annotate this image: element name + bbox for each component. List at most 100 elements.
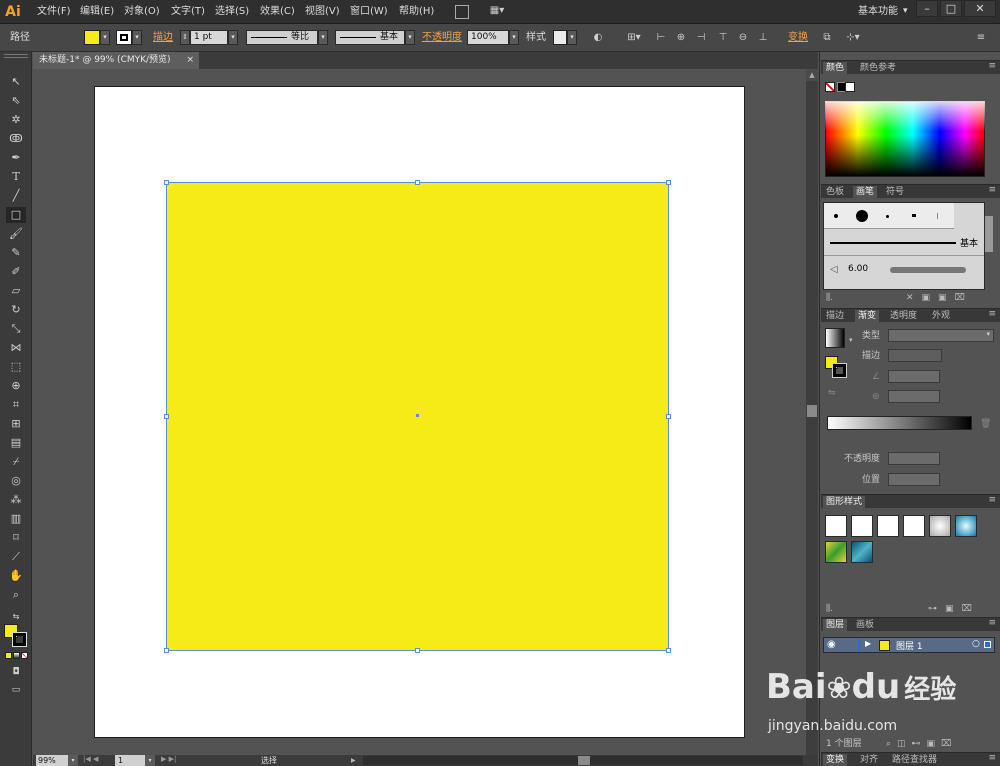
panel-menu-icon[interactable]: ≡ [974,31,988,45]
stroke-weight-field[interactable]: 1 pt [190,30,228,45]
gradient-stroke-options[interactable] [888,349,942,362]
blob-brush-tool-icon[interactable]: ✐ [6,264,26,280]
selection-handle-top-right[interactable] [666,180,671,185]
hand-tool-icon[interactable]: ✋ [6,568,26,584]
gradient-stroke-swatch[interactable] [832,363,847,378]
tab-artboards[interactable]: 画板 [853,619,877,631]
mesh-tool-icon[interactable]: ⊞ [6,416,26,432]
status-menu-icon[interactable]: ▶ [351,755,356,766]
scale-tool-icon[interactable]: ⤡ [6,321,26,337]
stroke-dropdown-icon[interactable]: ▾ [132,30,142,45]
tab-graphic-styles[interactable]: 图形样式 [823,496,866,508]
bridge-icon[interactable] [455,5,469,19]
tab-align[interactable]: 对齐 [857,754,881,766]
tab-symbols[interactable]: 符号 [883,186,907,198]
selection-tool-icon[interactable]: ↖ [6,74,26,90]
align-right-icon[interactable]: ⊣ [694,31,708,45]
width-tool-icon[interactable]: ⋈ [6,340,26,356]
blend-tool-icon[interactable]: ◎ [6,473,26,489]
toolbar-grip[interactable] [4,54,28,58]
swap-colors-icon[interactable]: ⇆ [6,609,26,625]
style-none-stroke[interactable] [851,515,873,537]
calligraphic-brushes-row[interactable] [824,203,954,229]
style-blue-texture[interactable] [851,541,873,563]
paintbrush-tool-icon[interactable]: 🖌 [6,226,26,242]
brush-definition[interactable]: 基本 [335,30,405,45]
gradient-preview-dropdown-icon[interactable]: ▾ [849,334,853,346]
pen-tool-icon[interactable]: ✒ [6,150,26,166]
pencil-tool-icon[interactable]: ✎ [6,245,26,261]
style-default[interactable] [825,515,847,537]
eyedropper-tool-icon[interactable]: ⌿ [6,454,26,470]
type-tool-icon[interactable]: T [6,169,26,185]
perspective-grid-tool-icon[interactable]: ⌗ [6,397,26,413]
brush-dot-small[interactable] [834,214,838,218]
variable-width-profile[interactable]: 等比 [246,30,318,45]
tab-transform[interactable]: 变换 [823,754,848,766]
gradient-mode-icon[interactable] [13,652,20,659]
style-blue-glow[interactable] [955,515,977,537]
line-tool-icon[interactable]: ╱ [6,188,26,204]
brush-dot-thin[interactable] [937,213,938,219]
arrange-documents-icon[interactable]: ▦▾ [486,4,508,20]
layer-target-icon[interactable]: ○ [972,639,980,649]
selection-handle-top-middle[interactable] [415,180,420,185]
style-green-texture[interactable] [825,541,847,563]
free-transform-tool-icon[interactable]: ⬚ [6,359,26,375]
eraser-tool-icon[interactable]: ▱ [6,283,26,299]
stroke-weight-dropdown-icon[interactable]: ▾ [228,30,238,45]
visibility-eye-icon[interactable]: ◉ [827,639,836,650]
gradient-type-select[interactable]: ▾ [888,329,994,342]
selection-handle-middle-right[interactable] [666,414,671,419]
expand-layer-icon[interactable]: ▶ [865,639,871,648]
graphic-styles-menu-icon[interactable]: ≡ [988,495,996,505]
opacity-link[interactable]: 不透明度 [422,31,462,45]
white-swatch[interactable] [845,82,855,92]
selection-handle-middle-left[interactable] [164,414,169,419]
zoom-dropdown-icon[interactable]: ▾ [68,755,78,766]
none-swatch[interactable] [825,82,835,92]
tab-stroke[interactable]: 描边 [823,310,847,322]
direct-selection-tool-icon[interactable]: ⇖ [6,93,26,109]
scroll-up-icon[interactable]: ▲ [806,69,818,81]
style-outline[interactable] [903,515,925,537]
brush-dot-tiny[interactable] [886,215,889,218]
align-bottom-icon[interactable]: ⊥ [756,31,770,45]
align-hcenter-icon[interactable]: ⊕ [674,31,688,45]
gradient-tool-icon[interactable]: ▤ [6,435,26,451]
style-panel-actions-icon[interactable]: ⊶▣⌧ [928,603,980,615]
minimize-button[interactable]: – [916,0,938,17]
profile-dropdown-icon[interactable]: ▾ [318,30,328,45]
zoom-field[interactable]: 99% [36,755,68,766]
menu-effect[interactable]: 效果(C) [260,5,295,19]
tab-appearance[interactable]: 外观 [929,310,953,322]
gradient-aspect-field[interactable] [888,390,940,403]
gradient-position-field[interactable] [888,473,940,486]
reverse-gradient-icon[interactable]: ⇋ [828,387,836,399]
horizontal-scroll-thumb[interactable] [578,756,590,765]
tab-layers[interactable]: 图层 [823,619,848,631]
menu-help[interactable]: 帮助(H) [399,5,434,19]
style-libraries-icon[interactable]: ⫼. [826,603,833,615]
selection-handle-top-left[interactable] [164,180,169,185]
brush-list-scrollbar[interactable] [985,216,993,252]
color-mode-icon[interactable] [5,652,12,659]
shape-builder-tool-icon[interactable]: ⊕ [6,378,26,394]
stroke-weight-stepper[interactable]: ⇕ [180,30,190,45]
align-top-icon[interactable]: ⊤ [716,31,730,45]
selection-handle-bottom-left[interactable] [164,648,169,653]
artboard-number-field[interactable]: 1 [115,755,145,766]
menu-object[interactable]: 对象(O) [124,5,160,19]
column-graph-tool-icon[interactable]: ▥ [6,511,26,527]
none-mode-icon[interactable] [21,652,28,659]
bottom-panel-menu-icon[interactable]: ≡ [988,753,996,763]
layer-row[interactable]: ◉ ▶ 图层 1 ○ [823,637,995,653]
tab-brushes[interactable]: 画笔 [853,186,878,198]
brush-panel-actions-icon[interactable]: ✕▣▣⌧ [906,292,973,304]
magic-wand-tool-icon[interactable]: ✲ [6,112,26,128]
align-to-icon[interactable]: ⊞▾ [623,31,645,45]
screen-mode-icon[interactable]: ▭ [6,682,26,698]
align-left-icon[interactable]: ⊢ [654,31,668,45]
tab-color-guide[interactable]: 颜色参考 [857,62,899,74]
document-tab[interactable]: 未标题-1* @ 99% (CMYK/预览) × [33,52,199,69]
